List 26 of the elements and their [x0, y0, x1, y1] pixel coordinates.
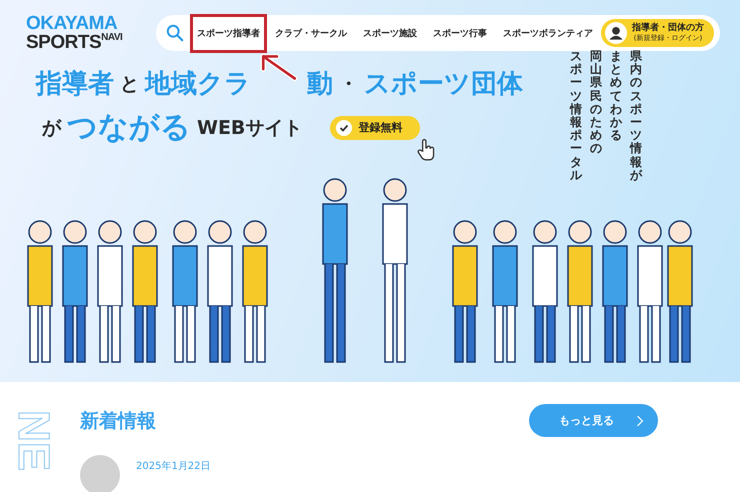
section-title: 新着情報	[80, 408, 156, 434]
tagline-text: まとめてわかる	[610, 50, 622, 144]
news-date: 2025年1月22日	[136, 460, 211, 473]
headline-text: 地域クラ	[145, 68, 251, 101]
nav-link[interactable]: スポーツ施設	[355, 14, 425, 52]
headline-text: 動	[307, 68, 333, 101]
tagline-text: 岡山県民のための	[590, 50, 602, 158]
nav-link[interactable]: スポーツ行事	[425, 14, 495, 52]
headline-text: ・	[339, 72, 358, 96]
search-icon[interactable]	[166, 24, 184, 42]
news-thumbnail	[80, 455, 120, 492]
nav-link[interactable]: スポーツ指導者	[190, 14, 267, 52]
headline-text: つながる	[67, 109, 191, 147]
headline-text: スポーツ団体	[364, 68, 523, 101]
register-free-button[interactable]: 登録無料	[330, 116, 420, 140]
headline-text: WEBサイト	[197, 116, 302, 140]
headline-text: と	[120, 72, 139, 96]
person-icon	[605, 22, 627, 44]
tagline-text: スポーツ情報ポータル	[570, 50, 582, 182]
news-watermark: NE	[8, 410, 58, 472]
chevron-right-icon	[636, 414, 644, 428]
headline-text: が	[42, 116, 61, 140]
check-icon	[336, 120, 352, 136]
headline-text: 指導者	[36, 68, 114, 101]
nav-link[interactable]: クラブ・サークル	[267, 14, 355, 52]
tagline-text: 県内のスポーツ情報が	[630, 50, 642, 182]
